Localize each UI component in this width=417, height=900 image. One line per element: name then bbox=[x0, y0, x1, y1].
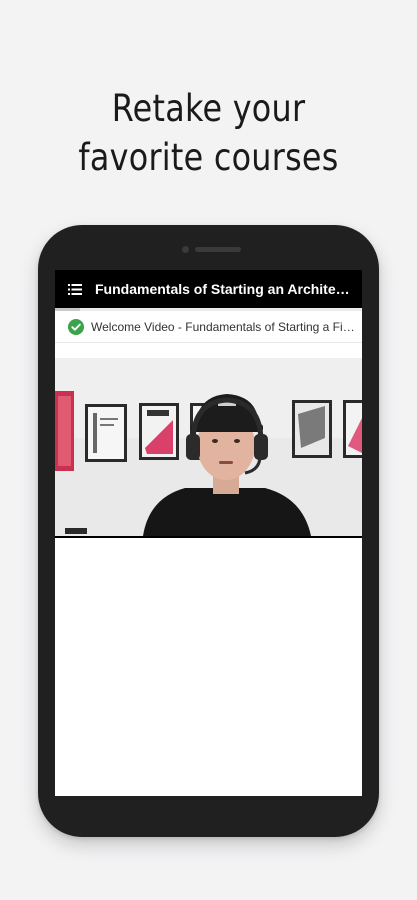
check-circle-icon bbox=[68, 318, 84, 335]
course-title: Fundamentals of Starting an Architecture… bbox=[95, 281, 362, 297]
lesson-title: Welcome Video - Fundamentals of Starting… bbox=[91, 319, 357, 334]
list-menu-icon[interactable] bbox=[55, 270, 95, 308]
video-player[interactable] bbox=[55, 358, 362, 538]
current-lesson-row[interactable]: Welcome Video - Fundamentals of Starting… bbox=[55, 311, 362, 343]
app-bar: Fundamentals of Starting an Architecture… bbox=[55, 270, 362, 308]
video-frame bbox=[55, 358, 362, 536]
phone-screen: Fundamentals of Starting an Architecture… bbox=[55, 270, 362, 796]
phone-frame: Fundamentals of Starting an Architecture… bbox=[38, 225, 379, 837]
promo-headline: Retake your favorite courses bbox=[29, 84, 388, 182]
headline-line-1: Retake your bbox=[111, 87, 306, 130]
earpiece-speaker bbox=[195, 247, 241, 252]
front-camera bbox=[182, 246, 189, 253]
lesson-content-area bbox=[55, 538, 362, 796]
headline-line-2: favorite courses bbox=[78, 136, 339, 179]
